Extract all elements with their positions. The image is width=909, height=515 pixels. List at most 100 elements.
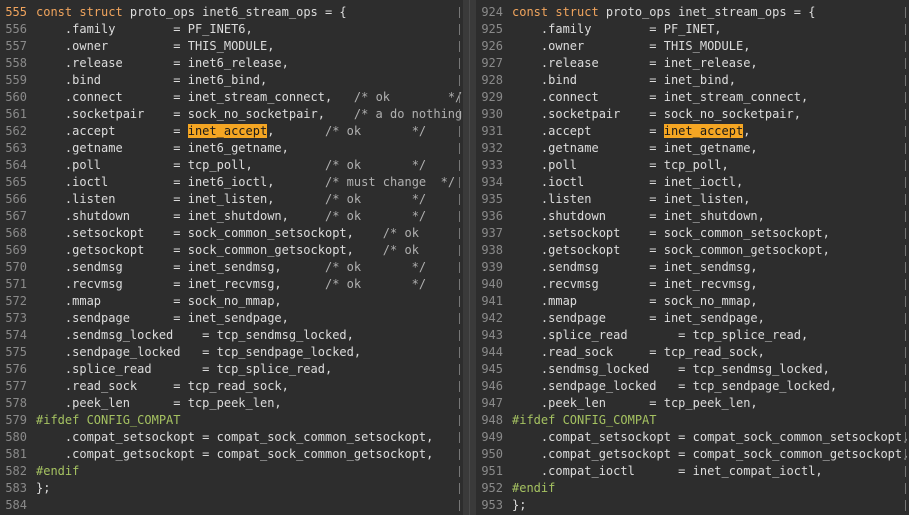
left-editor-pane[interactable]: 555 const struct proto_ops inet6_stream_o… bbox=[0, 0, 463, 515]
code-token: .accept = bbox=[36, 124, 188, 138]
line-number: 566 bbox=[5, 192, 27, 206]
line-edge-marker bbox=[905, 262, 906, 273]
line-edge-marker bbox=[905, 466, 906, 477]
line-number: 952 bbox=[481, 481, 503, 495]
line-edge-marker bbox=[905, 313, 906, 324]
right-editor-pane[interactable]: 924 const struct proto_ops inet_stream_op… bbox=[476, 0, 909, 515]
line-number: 580 bbox=[5, 430, 27, 444]
code-line: 938 .getsockopt = sock_common_getsockopt… bbox=[476, 242, 830, 259]
code-line: 556 .family = PF_INET6, bbox=[0, 21, 252, 38]
line-number: 953 bbox=[481, 498, 503, 512]
code-token: .splice_read = tcp_splice_read, bbox=[36, 362, 333, 376]
code-line: 583}; bbox=[0, 480, 50, 497]
line-edge-marker bbox=[459, 7, 460, 18]
line-edge-marker bbox=[905, 160, 906, 171]
code-token: .socketpair = sock_no_socketpair, bbox=[512, 107, 801, 121]
code-line: 943 .splice_read = tcp_splice_read, bbox=[476, 327, 808, 344]
code-line: 939 .sendmsg = inet_sendmsg, bbox=[476, 259, 757, 276]
line-number: 936 bbox=[481, 209, 503, 223]
line-edge-marker bbox=[905, 228, 906, 239]
code-line: 579 #ifdef CONFIG_COMPAT bbox=[0, 412, 181, 429]
line-number: 572 bbox=[5, 294, 27, 308]
code-token: }; bbox=[512, 498, 527, 512]
line-number: 928 bbox=[481, 73, 503, 87]
line-edge-marker bbox=[905, 41, 906, 52]
line-edge-marker bbox=[459, 483, 460, 494]
line-number: 931 bbox=[481, 124, 503, 138]
line-number: 933 bbox=[481, 158, 503, 172]
line-edge-marker bbox=[905, 347, 906, 358]
line-edge-marker bbox=[459, 75, 460, 86]
line-edge-marker bbox=[905, 398, 906, 409]
code-token: .compat_getsockopt = compat_sock_common_… bbox=[512, 447, 909, 461]
line-number: 571 bbox=[5, 277, 27, 291]
code-token: #endif bbox=[512, 481, 556, 495]
line-edge-marker bbox=[459, 262, 460, 273]
code-line: 560 .connect = inet_stream_connect, /* o… bbox=[0, 89, 462, 106]
code-line: 569 .getsockopt = sock_common_getsockopt… bbox=[0, 242, 419, 259]
code-token: .accept = bbox=[512, 124, 664, 138]
line-edge-marker bbox=[905, 500, 906, 511]
code-line: 563 .getname = inet6_getname, bbox=[0, 140, 289, 157]
code-token: .socketpair = sock_no_socketpair, bbox=[36, 107, 325, 121]
code-line: 948 #ifdef CONFIG_COMPAT bbox=[476, 412, 656, 429]
line-number: 584 bbox=[5, 498, 27, 512]
line-number: 558 bbox=[5, 56, 27, 70]
code-line: 575 .sendpage_locked = tcp_sendpage_lock… bbox=[0, 344, 361, 361]
line-number: 941 bbox=[481, 294, 503, 308]
code-comment: /* ok */ bbox=[281, 277, 427, 291]
code-line: 559 .bind = inet6_bind, bbox=[0, 72, 267, 89]
line-edge-marker bbox=[905, 279, 906, 290]
line-number: 942 bbox=[481, 311, 503, 325]
code-line: 933 .poll = tcp_poll, bbox=[476, 157, 728, 174]
line-number: 949 bbox=[481, 430, 503, 444]
line-number: 574 bbox=[5, 328, 27, 342]
line-edge-marker bbox=[459, 381, 460, 392]
code-token: .setsockopt = sock_common_setsockopt, bbox=[36, 226, 354, 240]
code-token: .sendpage_locked = tcp_sendpage_locked, bbox=[36, 345, 362, 359]
code-line: 558 .release = inet6_release, bbox=[0, 55, 289, 72]
line-edge-marker bbox=[459, 313, 460, 324]
code-line: 557 .owner = THIS_MODULE, bbox=[0, 38, 274, 55]
code-token: #ifdef CONFIG_COMPAT bbox=[36, 413, 181, 427]
line-edge-marker bbox=[459, 398, 460, 409]
code-token: .owner = THIS_MODULE, bbox=[36, 39, 275, 53]
code-token: .release = inet6_release, bbox=[36, 56, 289, 70]
code-comment: /* ok bbox=[353, 243, 419, 257]
code-comment: /* ok */ bbox=[332, 90, 463, 104]
line-edge-marker bbox=[459, 109, 460, 120]
line-number: 582 bbox=[5, 464, 27, 478]
code-line: 947 .peek_len = tcp_peek_len, bbox=[476, 395, 757, 412]
code-token: .getsockopt = sock_common_getsockopt, bbox=[512, 243, 830, 257]
code-token: proto_ops inet6_stream_ops = { bbox=[129, 5, 347, 19]
line-edge-marker bbox=[459, 92, 460, 103]
code-line: 570 .sendmsg = inet_sendmsg, /* ok */ bbox=[0, 259, 426, 276]
line-edge-marker bbox=[905, 432, 906, 443]
divider-line bbox=[469, 0, 470, 515]
line-number: 581 bbox=[5, 447, 27, 461]
pane-divider[interactable] bbox=[463, 0, 476, 515]
line-number: 939 bbox=[481, 260, 503, 274]
line-number: 562 bbox=[5, 124, 27, 138]
line-number: 951 bbox=[481, 464, 503, 478]
line-number: 570 bbox=[5, 260, 27, 274]
line-edge-marker bbox=[905, 330, 906, 341]
code-line: 573 .sendpage = inet_sendpage, bbox=[0, 310, 289, 327]
code-token: .sendpage = inet_sendpage, bbox=[512, 311, 765, 325]
code-token: .setsockopt = sock_common_setsockopt, bbox=[512, 226, 830, 240]
code-line: 574 .sendmsg_locked = tcp_sendmsg_locked… bbox=[0, 327, 354, 344]
code-line: 582 #endif bbox=[0, 463, 79, 480]
line-edge-marker bbox=[459, 279, 460, 290]
code-line: 936 .shutdown = inet_shutdown, bbox=[476, 208, 765, 225]
line-edge-marker bbox=[459, 245, 460, 256]
code-line: 572 .mmap = sock_no_mmap, bbox=[0, 293, 281, 310]
code-line: 578 .peek_len = tcp_peek_len, bbox=[0, 395, 281, 412]
code-line: 928 .bind = inet_bind, bbox=[476, 72, 736, 89]
line-number: 932 bbox=[481, 141, 503, 155]
code-line: 567 .shutdown = inet_shutdown, /* ok */ bbox=[0, 208, 426, 225]
code-token: .family = PF_INET, bbox=[512, 22, 722, 36]
code-line: 564 .poll = tcp_poll, /* ok */ bbox=[0, 157, 426, 174]
code-token: .bind = inet6_bind, bbox=[36, 73, 268, 87]
code-line: 931 .accept = inet_accept, bbox=[476, 123, 750, 140]
line-edge-marker bbox=[905, 296, 906, 307]
